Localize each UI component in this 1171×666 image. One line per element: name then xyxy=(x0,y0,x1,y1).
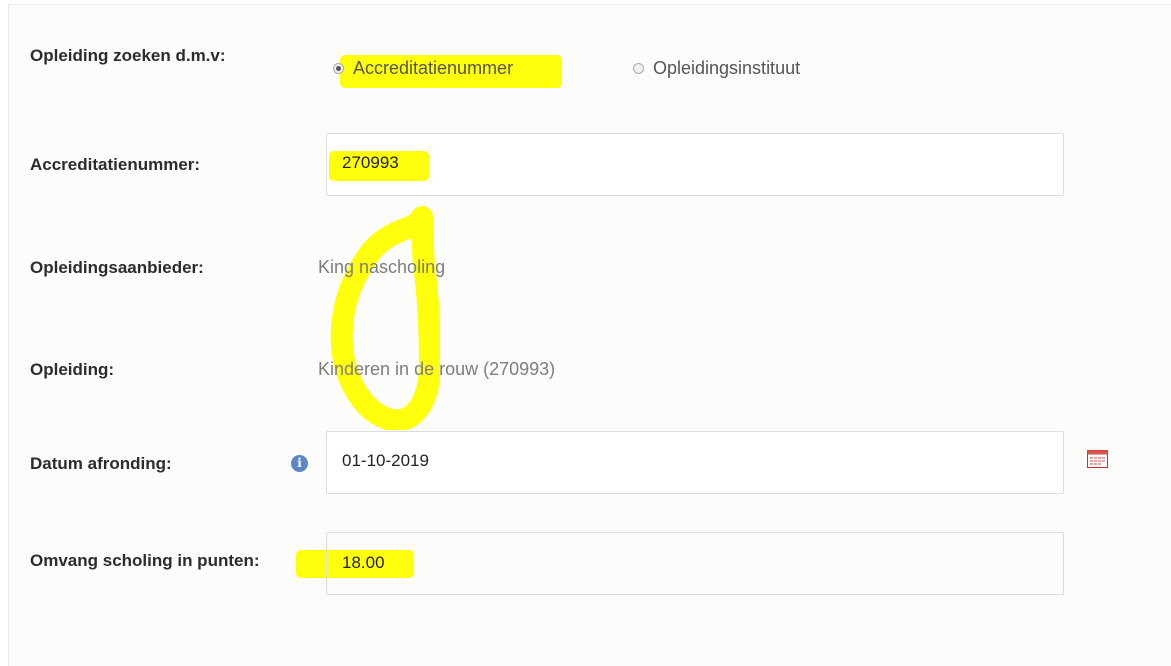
provider-label: Opleidingsaanbieder: xyxy=(30,258,204,277)
radio-accreditatienummer-label[interactable]: Accreditatienummer xyxy=(353,58,513,79)
info-icon[interactable]: i xyxy=(291,455,308,472)
calendar-icon[interactable] xyxy=(1087,450,1108,468)
accreditation-input-value[interactable]: 270993 xyxy=(342,153,399,173)
completion-date-input[interactable]: 01-10-2019 xyxy=(326,431,1064,494)
radio-checked-icon[interactable] xyxy=(333,63,344,74)
points-input-value[interactable]: 18.00 xyxy=(342,553,385,573)
accreditation-label: Accreditatienummer: xyxy=(30,155,201,174)
points-label: Omvang scholing in punten: xyxy=(30,551,260,570)
search-method-label: Opleiding zoeken d.m.v: xyxy=(30,46,226,65)
points-input[interactable]: 18.00 xyxy=(326,532,1064,595)
radio-opleidingsinstituut[interactable]: Opleidingsinstituut xyxy=(633,58,800,79)
radio-accreditatienummer[interactable]: Accreditatienummer xyxy=(333,58,513,79)
highlight-scribble xyxy=(330,206,440,430)
completion-date-value[interactable]: 01-10-2019 xyxy=(342,451,429,471)
accreditation-input[interactable]: 270993 xyxy=(326,133,1064,196)
radio-opleidingsinstituut-label[interactable]: Opleidingsinstituut xyxy=(653,58,800,79)
provider-value: King nascholing xyxy=(318,257,446,277)
course-value: Kinderen in de rouw (270993) xyxy=(318,359,556,379)
radio-unchecked-icon[interactable] xyxy=(633,63,644,74)
course-label: Opleiding: xyxy=(30,360,115,379)
completion-date-label: Datum afronding: xyxy=(30,454,172,473)
